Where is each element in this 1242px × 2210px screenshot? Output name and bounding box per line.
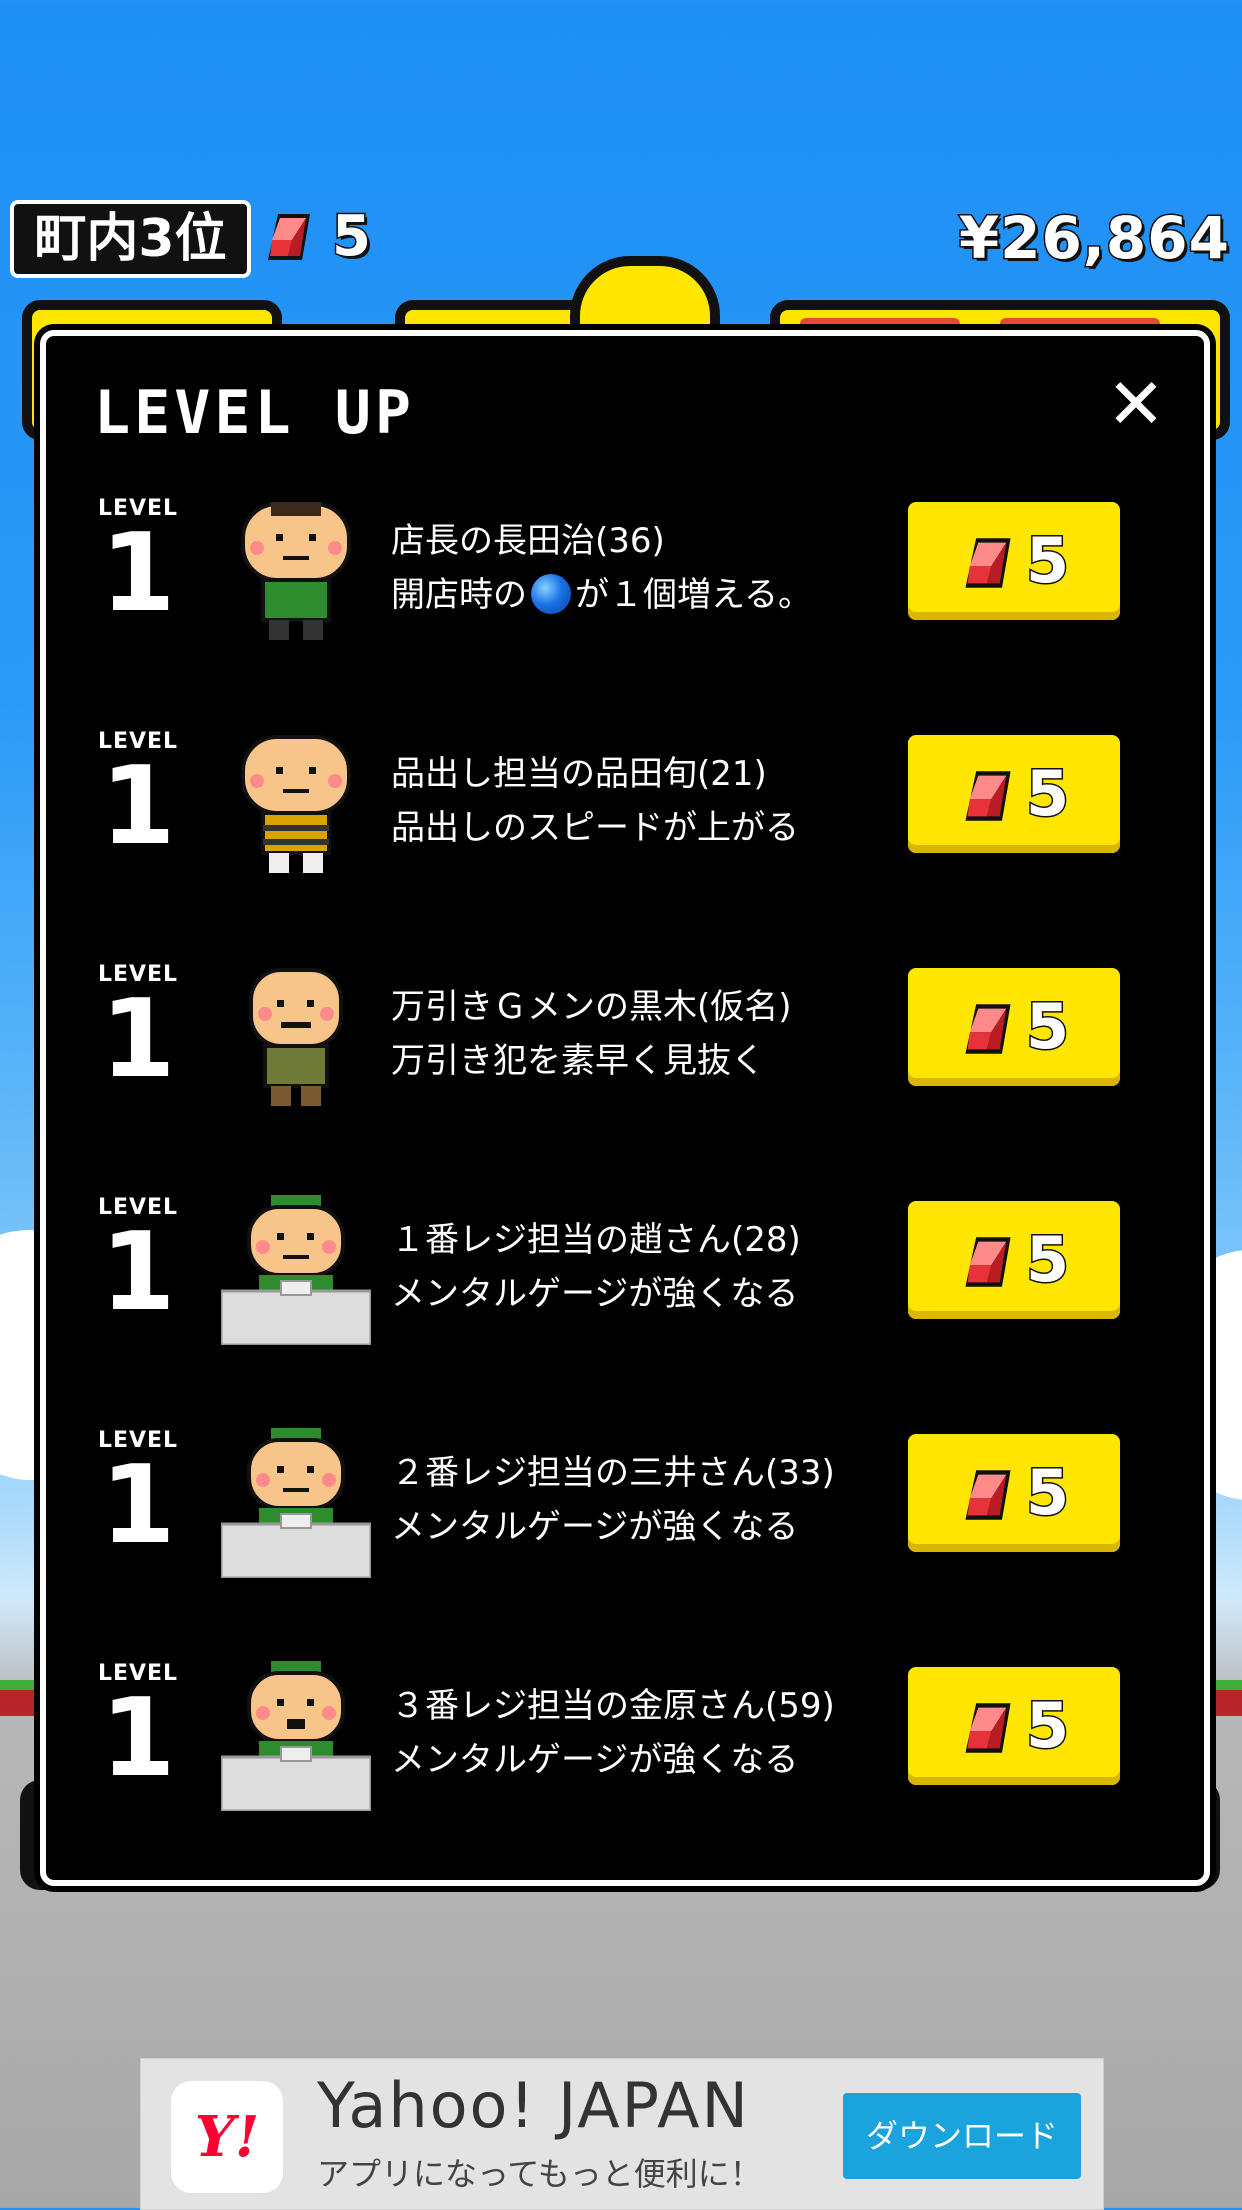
upgrade-button[interactable]: 5 xyxy=(908,1201,1120,1319)
rank-badge: 町内3位 xyxy=(10,200,251,278)
staff-name: 万引きＧメンの黒木(仮名) xyxy=(391,987,792,1027)
staff-description: １番レジ担当の趙さん(28) メンタルゲージが強くなる xyxy=(391,1213,911,1321)
upgrade-cost: 5 xyxy=(1024,1688,1070,1764)
upgrade-cost: 5 xyxy=(1024,1222,1070,1298)
staff-effect: メンタルゲージが強くなる xyxy=(391,1274,799,1314)
staff-row: LEVEL 1 万引きＧメンの黒木(仮名) 万引き犯を素早く見抜く 5 xyxy=(46,962,1204,1162)
staff-effect-prefix: 開店時の xyxy=(391,575,527,615)
staff-description: 万引きＧメンの黒木(仮名) 万引き犯を素早く見抜く xyxy=(391,980,911,1088)
staff-row: LEVEL 1 ２番レジ担当の三井さん(33) メンタルゲージが強くなる 5 xyxy=(46,1428,1204,1628)
level-value: 1 xyxy=(100,511,176,636)
level-value: 1 xyxy=(100,1676,176,1801)
level-up-dialog: LEVEL UP ✕ LEVEL 1 店長の長田治(36) 開店時の が１個増える… xyxy=(40,330,1210,1886)
blue-orb-icon xyxy=(531,574,571,614)
staff-name: ２番レジ担当の三井さん(33) xyxy=(391,1453,835,1493)
staff-name: 店長の長田治(36) xyxy=(391,521,665,561)
gem-icon xyxy=(965,538,1011,588)
staff-row: LEVEL 1 品出し担当の品田旬(21) 品出しのスピードが上がる 5 xyxy=(46,729,1204,929)
level-value: 1 xyxy=(100,977,176,1102)
staff-description: 店長の長田治(36) 開店時の が１個増える。 xyxy=(391,514,911,622)
gem-count: 5 xyxy=(331,203,373,271)
gem-icon xyxy=(965,1470,1011,1520)
staff-effect: 品出しのスピードが上がる xyxy=(391,808,799,848)
ad-title: Yahoo! JAPAN xyxy=(317,2069,750,2142)
level-value: 1 xyxy=(100,744,176,869)
staff-effect: メンタルゲージが強くなる xyxy=(391,1507,799,1547)
upgrade-cost: 5 xyxy=(1024,1455,1070,1531)
upgrade-cost: 5 xyxy=(1024,756,1070,832)
download-button[interactable]: ダウンロード xyxy=(843,2093,1081,2179)
ad-banner[interactable]: Y! Yahoo! JAPAN アプリになってもっと便利に！ ダウンロード xyxy=(140,2058,1104,2210)
staff-description: ３番レジ担当の金原さん(59) メンタルゲージが強くなる xyxy=(391,1679,911,1787)
ad-subtitle: アプリになってもっと便利に！ xyxy=(317,2155,762,2193)
gem-icon xyxy=(965,1004,1011,1054)
staff-effect-suffix: が１個増える。 xyxy=(575,575,812,615)
upgrade-cost: 5 xyxy=(1024,989,1070,1065)
upgrade-button[interactable]: 5 xyxy=(908,1434,1120,1552)
staff-effect: 開店時の が１個増える。 xyxy=(391,568,911,622)
yahoo-logo-icon: Y! xyxy=(171,2081,283,2193)
guard-portrait-icon xyxy=(249,968,343,1106)
level-value: 1 xyxy=(100,1210,176,1335)
upgrade-cost: 5 xyxy=(1024,523,1070,599)
staff-name: ３番レジ担当の金原さん(59) xyxy=(391,1686,835,1726)
level-value: 1 xyxy=(100,1443,176,1568)
staff-effect: 万引き犯を素早く見抜く xyxy=(391,1041,765,1081)
cashier-portrait-icon xyxy=(221,1195,371,1345)
gem-icon xyxy=(965,1703,1011,1753)
manager-portrait-icon xyxy=(241,502,351,640)
upgrade-button[interactable]: 5 xyxy=(908,735,1120,853)
staff-row: LEVEL 1 店長の長田治(36) 開店時の が１個増える。 5 xyxy=(46,496,1204,696)
upgrade-button[interactable]: 5 xyxy=(908,968,1120,1086)
staff-name: 品出し担当の品田旬(21) xyxy=(391,754,767,794)
money-counter: ¥26,864 xyxy=(957,203,1230,274)
staff-description: ２番レジ担当の三井さん(33) メンタルゲージが強くなる xyxy=(391,1446,911,1554)
stocker-portrait-icon xyxy=(241,735,351,873)
upgrade-button[interactable]: 5 xyxy=(908,1667,1120,1785)
staff-row: LEVEL 1 １番レジ担当の趙さん(28) メンタルゲージが強くなる 5 xyxy=(46,1195,1204,1395)
staff-name: １番レジ担当の趙さん(28) xyxy=(391,1220,801,1260)
staff-description: 品出し担当の品田旬(21) 品出しのスピードが上がる xyxy=(391,747,911,855)
staff-row: LEVEL 1 ３番レジ担当の金原さん(59) メンタルゲージが強くなる 5 xyxy=(46,1661,1204,1861)
staff-effect: メンタルゲージが強くなる xyxy=(391,1740,799,1780)
gem-icon xyxy=(268,214,310,260)
gem-icon xyxy=(965,771,1011,821)
gem-icon xyxy=(965,1237,1011,1287)
close-button[interactable]: ✕ xyxy=(1104,369,1168,439)
dialog-title: LEVEL UP xyxy=(94,378,415,448)
upgrade-button[interactable]: 5 xyxy=(908,502,1120,620)
cashier-old-portrait-icon xyxy=(221,1661,371,1811)
cashier-portrait-icon xyxy=(221,1428,371,1578)
